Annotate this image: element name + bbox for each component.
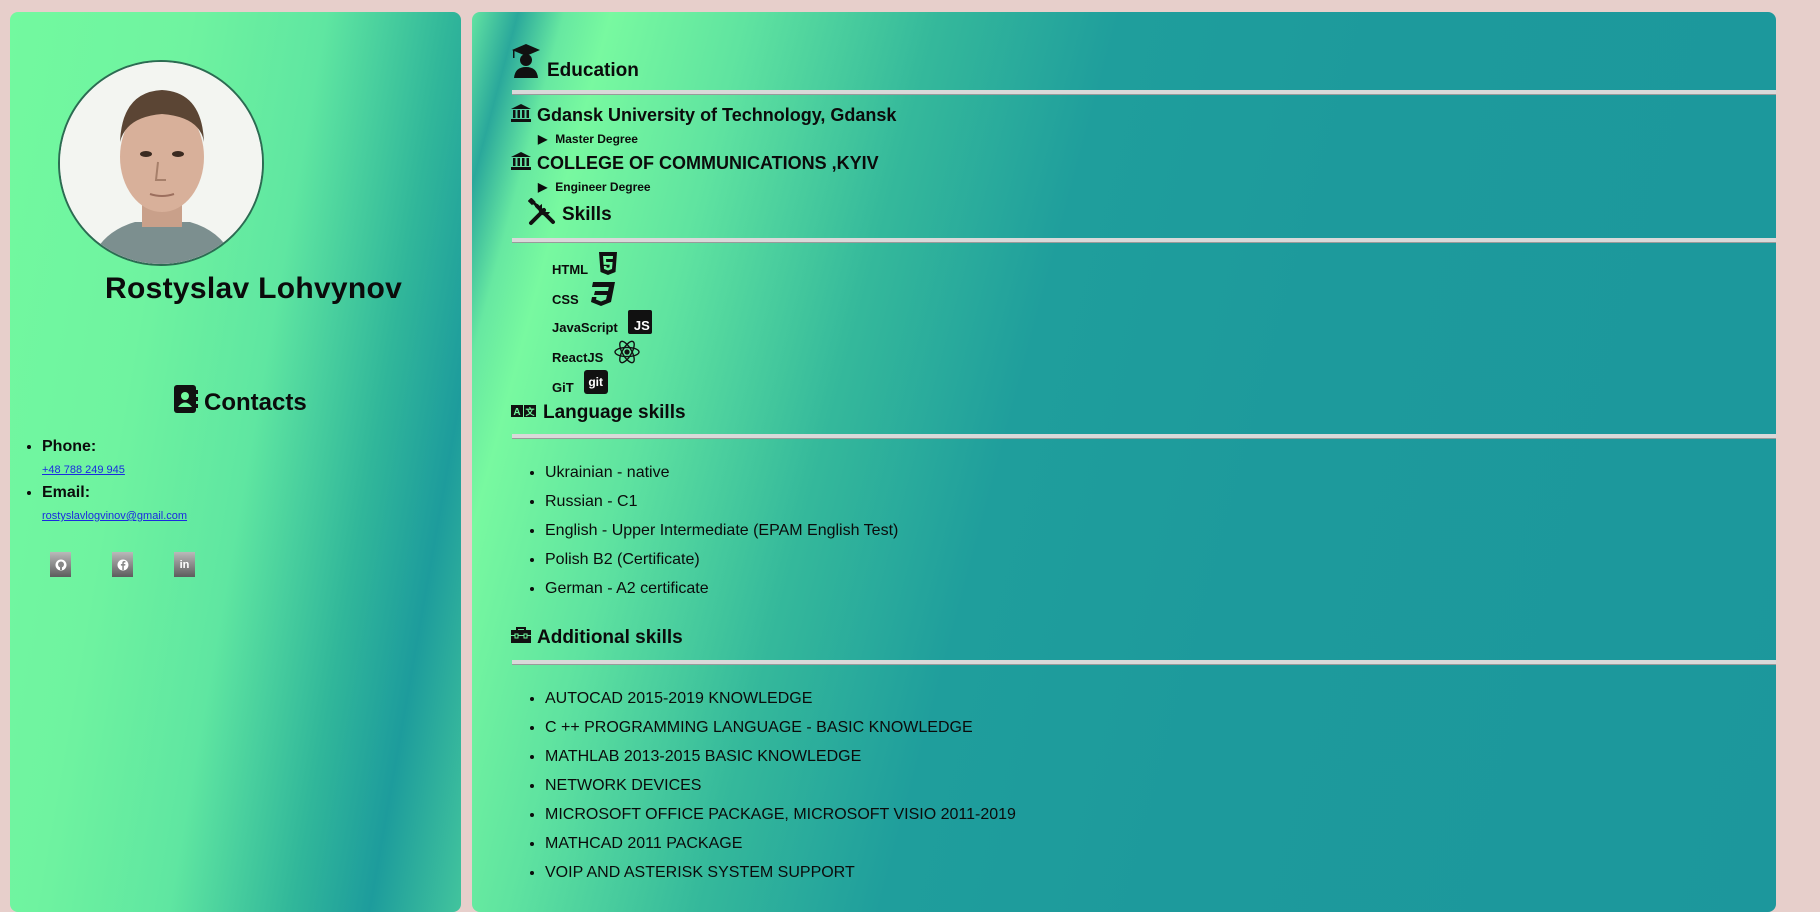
list-item: Russian - C1 (545, 487, 898, 516)
list-item: VOIP AND ASTERISK SYSTEM SUPPORT (545, 858, 1016, 887)
address-book-icon (174, 385, 198, 420)
list-item: Polish B2 (Certificate) (545, 545, 898, 574)
list-item: MATHCAD 2011 PACKAGE (545, 829, 1016, 858)
linkedin-icon[interactable]: in (174, 552, 195, 577)
language-heading-text: Language skills (543, 402, 686, 423)
contact-email: Email: rostyslavlogvinov@gmail.com (42, 484, 187, 522)
email-label: Email: (42, 484, 91, 501)
university-icon (511, 104, 531, 127)
github-icon[interactable] (50, 552, 71, 577)
skill-html: HTML (552, 250, 618, 277)
school-1-name: Gdansk University of Technology, Gdansk (537, 105, 897, 125)
education-heading: Education (511, 44, 639, 84)
react-icon (613, 339, 641, 365)
school-2-degree-text: Engineer Degree (555, 180, 651, 194)
school-1-degree[interactable]: ▶ Master Degree (538, 132, 638, 146)
school-2-name: COLLEGE OF COMMUNICATIONS ,KYIV (537, 153, 879, 173)
disclosure-triangle-icon: ▶ (538, 180, 548, 194)
list-item: German - A2 certificate (545, 574, 898, 603)
skills-heading: Skills (527, 197, 612, 232)
list-item: MATHLAB 2013-2015 BASIC KNOWLEDGE (545, 742, 1016, 771)
phone-link[interactable]: +48 788 249 945 (42, 464, 187, 476)
svg-text:A: A (513, 407, 520, 418)
language-heading: A文 Language skills (511, 402, 686, 424)
additional-divider (512, 660, 1776, 665)
css3-icon (589, 281, 615, 306)
additional-heading: Additional skills (511, 627, 683, 649)
skills-heading-text: Skills (562, 204, 612, 225)
skill-git-label: GiT (552, 380, 574, 395)
skill-html-label: HTML (552, 262, 589, 277)
facebook-icon[interactable] (112, 552, 133, 577)
school-1: Gdansk University of Technology, Gdansk (511, 104, 896, 127)
js-icon: JS (627, 309, 652, 334)
list-item: C ++ PROGRAMMING LANGUAGE - BASIC KNOWLE… (545, 713, 1016, 742)
school-2: COLLEGE OF COMMUNICATIONS ,KYIV (511, 152, 879, 175)
contact-list: Phone: +48 788 249 945 Email: rostyslavl… (22, 438, 187, 530)
skill-javascript: JavaScript JS (552, 308, 652, 335)
list-item: AUTOCAD 2015-2019 KNOWLEDGE (545, 684, 1016, 713)
skill-git: GiT git (552, 368, 608, 395)
skills-divider (512, 238, 1776, 243)
phone-label: Phone: (42, 438, 97, 455)
graduation-cap-icon (511, 44, 541, 84)
list-item: MICROSOFT OFFICE PACKAGE, MICROSOFT VISI… (545, 800, 1016, 829)
profile-name: Rostyslav Lohvynov (105, 272, 403, 305)
skill-css-label: CSS (552, 292, 579, 307)
translate-icon: A文 (511, 402, 537, 424)
list-item: English - Upper Intermediate (EPAM Engli… (545, 516, 898, 545)
skill-javascript-label: JavaScript (552, 320, 618, 335)
language-list: Ukrainian - native Russian - C1 English … (512, 458, 898, 603)
toolbox-icon (511, 627, 531, 649)
university-icon (511, 152, 531, 175)
email-link[interactable]: rostyslavlogvinov@gmail.com (42, 510, 187, 522)
contacts-heading: Contacts (174, 385, 307, 420)
disclosure-triangle-icon: ▶ (538, 132, 548, 146)
school-2-degree[interactable]: ▶ Engineer Degree (538, 180, 651, 194)
education-heading-text: Education (547, 60, 639, 81)
list-item: Ukrainian - native (545, 458, 898, 487)
list-item: NETWORK DEVICES (545, 771, 1016, 800)
additional-heading-text: Additional skills (537, 627, 683, 648)
git-icon: git (583, 369, 608, 394)
avatar (58, 60, 264, 266)
social-links: in (50, 552, 195, 577)
svg-text:文: 文 (524, 406, 535, 417)
tools-icon (527, 197, 556, 232)
additional-list: AUTOCAD 2015-2019 KNOWLEDGE C ++ PROGRAM… (512, 684, 1016, 887)
skill-css: CSS (552, 280, 615, 307)
contact-phone: Phone: +48 788 249 945 (42, 438, 187, 476)
contacts-heading-text: Contacts (204, 388, 307, 416)
skill-reactjs-label: ReactJS (552, 350, 604, 365)
skill-reactjs: ReactJS (552, 338, 641, 365)
education-divider (512, 90, 1776, 95)
language-divider (512, 434, 1776, 439)
html5-icon (598, 251, 618, 276)
school-1-degree-text: Master Degree (555, 132, 638, 146)
